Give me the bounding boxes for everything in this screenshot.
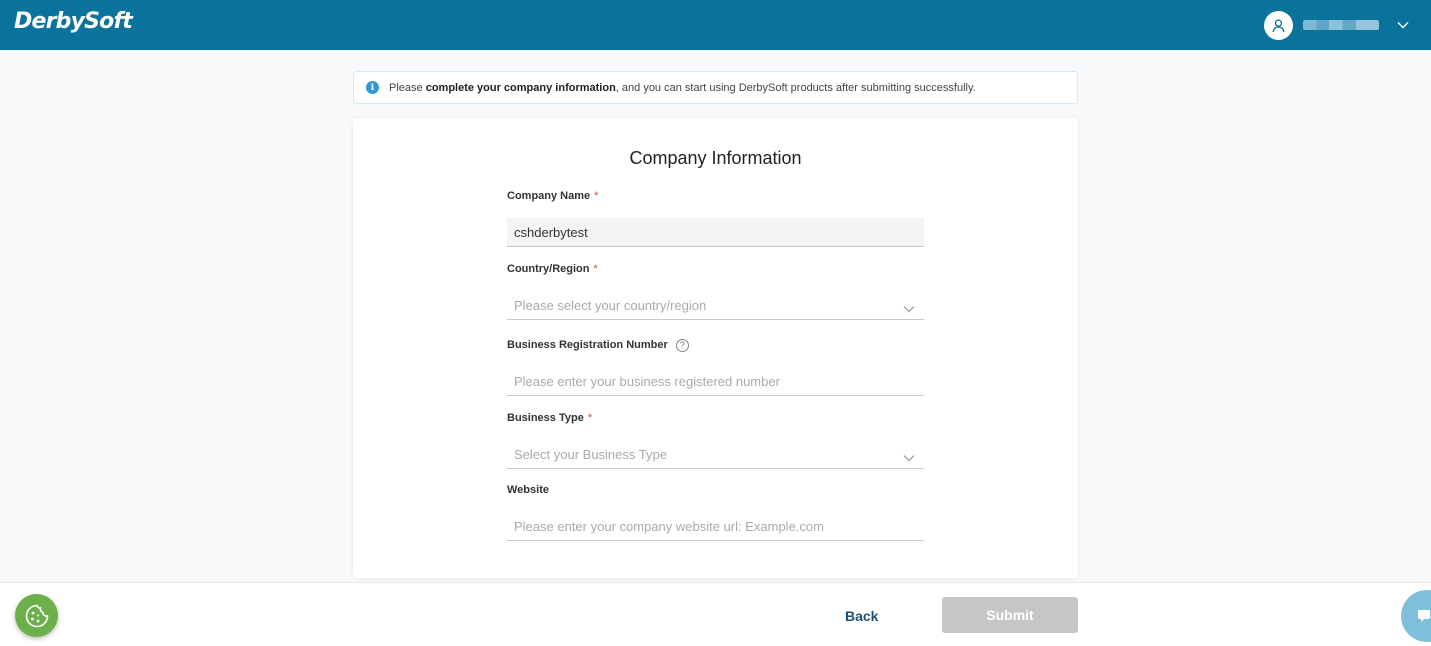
business-registration-input[interactable]: Please enter your business registered nu…: [507, 367, 924, 396]
website-input[interactable]: Please enter your company website url: E…: [507, 512, 924, 541]
website-field: Website Please enter your company websit…: [507, 483, 924, 541]
business-type-placeholder: Select your Business Type: [514, 446, 667, 462]
business-registration-field: Business Registration Number ? Please en…: [507, 338, 924, 396]
footer-action-bar: Back Submit: [0, 582, 1431, 646]
company-name-label: Company Name *: [507, 190, 599, 202]
chevron-down-icon[interactable]: [1397, 21, 1409, 29]
page-title: Company Information: [629, 148, 802, 168]
submit-button[interactable]: Submit: [942, 597, 1078, 633]
website-placeholder: Please enter your company website url: E…: [514, 518, 824, 534]
country-region-placeholder: Please select your country/region: [514, 297, 707, 313]
cookie-icon: [25, 604, 48, 627]
company-name-input[interactable]: cshderbytest: [507, 218, 924, 247]
country-region-label: Country/Region *: [507, 263, 598, 275]
business-registration-placeholder: Please enter your business registered nu…: [514, 373, 780, 389]
info-icon: i: [366, 81, 379, 94]
info-notice-banner: i Please complete your company informati…: [353, 71, 1078, 104]
company-name-field: Company Name * cshderbytest: [507, 189, 924, 247]
business-registration-label: Business Registration Number ?: [507, 338, 924, 352]
business-type-field: Business Type * Select your Business Type: [507, 411, 924, 469]
chevron-down-icon[interactable]: [903, 301, 915, 316]
chat-icon: [1418, 610, 1430, 622]
required-marker: *: [593, 263, 598, 275]
top-navigation-bar: DerbySoft: [0, 0, 1431, 50]
website-label: Website: [507, 484, 549, 496]
user-menu[interactable]: [1264, 10, 1409, 40]
business-type-label: Business Type *: [507, 412, 593, 424]
help-icon[interactable]: ?: [675, 338, 689, 352]
company-name-value: cshderbytest: [514, 224, 588, 240]
username-redacted: [1303, 20, 1379, 30]
country-region-select[interactable]: Please select your country/region: [507, 291, 924, 320]
derbysoft-logo[interactable]: DerbySoft: [14, 9, 133, 34]
back-button[interactable]: Back: [845, 608, 878, 624]
user-icon[interactable]: [1264, 10, 1293, 40]
cookie-settings-button[interactable]: [15, 594, 58, 637]
chevron-down-icon[interactable]: [903, 450, 915, 465]
company-info-card: Company Information Company Name * cshder…: [353, 118, 1078, 578]
country-region-field: Country/Region * Please select your count…: [507, 262, 924, 320]
required-marker: *: [594, 190, 599, 202]
notice-text: Please complete your company information…: [389, 81, 976, 94]
required-marker: *: [587, 412, 593, 424]
business-type-select[interactable]: Select your Business Type: [507, 440, 924, 469]
